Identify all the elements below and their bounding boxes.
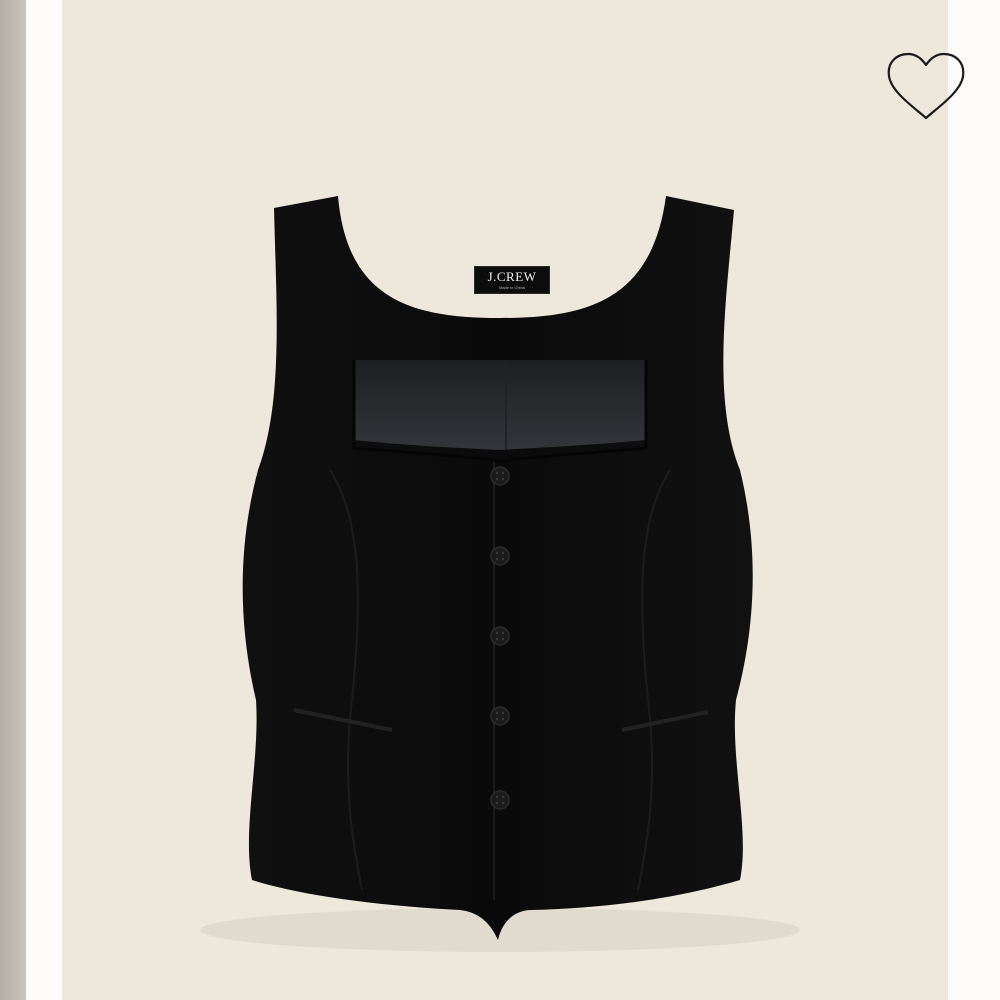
gutter-left (26, 0, 62, 1000)
favorite-button[interactable] (882, 48, 970, 128)
brand-subtext: Made in China (499, 285, 525, 290)
gutter-right (948, 0, 1000, 1000)
adjacent-image-strip[interactable] (0, 0, 26, 1000)
vest-body (242, 196, 753, 940)
brand-name: J.CREW (487, 269, 537, 284)
brand-label: J.CREW Made in China (474, 266, 550, 294)
vest-lining (354, 360, 646, 450)
product-image-viewer: J.CREW Made in China (0, 0, 1000, 1000)
product-photo[interactable]: J.CREW Made in China (62, 0, 948, 1000)
vest-illustration (200, 196, 800, 952)
heart-icon (887, 52, 965, 120)
